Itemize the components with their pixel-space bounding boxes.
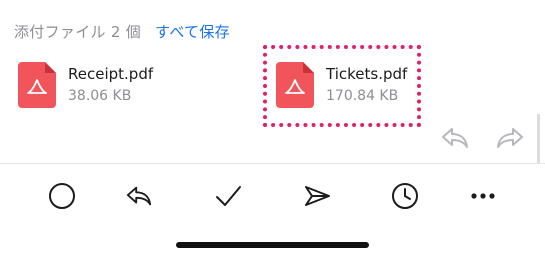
attachments-header: 添付ファイル 2 個 すべて保存 [14, 19, 230, 43]
toolbar-more-button[interactable] [467, 180, 499, 212]
toolbar-reply-button[interactable] [123, 180, 155, 212]
toolbar-circle-button[interactable] [46, 180, 78, 212]
clock-icon [392, 183, 418, 209]
checkmark-icon [216, 186, 241, 206]
more-icon [471, 193, 495, 199]
attachment-name: Receipt.pdf [68, 65, 154, 83]
message-forward-button[interactable] [494, 124, 526, 152]
circle-icon [49, 183, 75, 209]
toolbar-send-button[interactable] [301, 180, 333, 212]
reply-icon [442, 128, 468, 148]
toolbar-snooze-button[interactable] [389, 180, 421, 212]
home-indicator[interactable] [176, 242, 369, 248]
reply-icon [126, 186, 152, 206]
save-all-button[interactable]: すべて保存 [155, 21, 230, 42]
forward-icon [497, 128, 523, 148]
pdf-file-icon [18, 62, 56, 108]
send-icon [305, 186, 330, 206]
toolbar-done-button[interactable] [212, 180, 244, 212]
attachment-size: 38.06 KB [68, 88, 132, 104]
message-reply-button[interactable] [439, 124, 471, 152]
highlight-box [263, 45, 421, 127]
scroll-edge [537, 114, 540, 164]
attachment-receipt[interactable]: Receipt.pdf 38.06 KB [18, 57, 153, 113]
toolbar-divider [0, 163, 545, 164]
attachment-count-label: 添付ファイル 2 個 [14, 22, 142, 41]
